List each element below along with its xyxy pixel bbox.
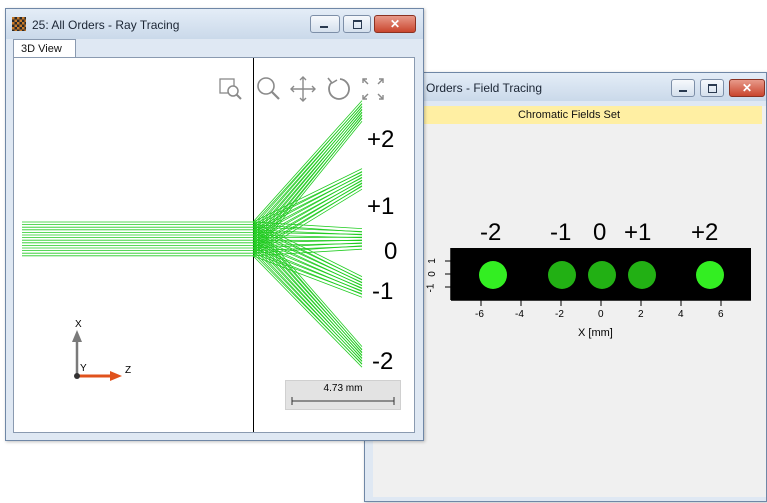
tab-3d-view[interactable]: 3D View xyxy=(13,39,76,58)
x-tick: 6 xyxy=(718,310,724,320)
maximize-icon xyxy=(353,20,362,29)
axis-x-label: X xyxy=(75,320,82,330)
scale-bar: 4.73 mm xyxy=(285,380,401,410)
order-m2-ray xyxy=(253,248,362,361)
ray-window-titlebar[interactable]: 25: All Orders - Ray Tracing ✕ xyxy=(6,9,423,39)
x-tick: -6 xyxy=(475,310,484,320)
ray-order-label-p2: +2 xyxy=(367,128,394,152)
order-m2-ray xyxy=(253,238,362,356)
field-tracing-window: l Orders - Field Tracing ✕ Chromatic Fie… xyxy=(364,72,767,502)
x-tick: 2 xyxy=(638,310,644,320)
ray-order-label-m2: -2 xyxy=(372,350,393,374)
close-button[interactable]: ✕ xyxy=(374,15,416,33)
minimize-button[interactable] xyxy=(310,15,340,33)
x-tick: 0 xyxy=(598,310,604,320)
ray-tracing-window: 25: All Orders - Ray Tracing ✕ 3D View xyxy=(5,8,424,441)
y-tick: 1 xyxy=(428,258,438,264)
order-p1-ray xyxy=(253,183,362,248)
ray-order-label-0: 0 xyxy=(384,240,397,264)
y-tick: 0 xyxy=(428,271,438,277)
order-p2-ray xyxy=(253,106,362,232)
axis-y-label: Y xyxy=(80,364,87,374)
coordinate-axes-icon xyxy=(58,320,128,386)
x-tick: -4 xyxy=(515,310,524,320)
x-tick: -2 xyxy=(555,310,564,320)
ray-order-label-m1: -1 xyxy=(372,280,393,304)
order-p2-ray xyxy=(253,103,362,227)
minimize-icon xyxy=(320,26,328,28)
axis-z-label: Z xyxy=(125,366,131,376)
ray-window-title: 25: All Orders - Ray Tracing xyxy=(32,18,179,32)
3d-view-pane[interactable]: +2 +1 0 -1 -2 X Y Z 4.73 mm xyxy=(13,57,415,433)
y-tick: -1 xyxy=(426,284,436,293)
x-axis-label: X [mm] xyxy=(578,328,613,339)
maximize-button[interactable] xyxy=(343,15,371,33)
ray-order-label-p1: +1 xyxy=(367,195,394,219)
close-icon: ✕ xyxy=(375,16,415,32)
x-tick: 4 xyxy=(678,310,684,320)
app-icon xyxy=(12,17,26,31)
